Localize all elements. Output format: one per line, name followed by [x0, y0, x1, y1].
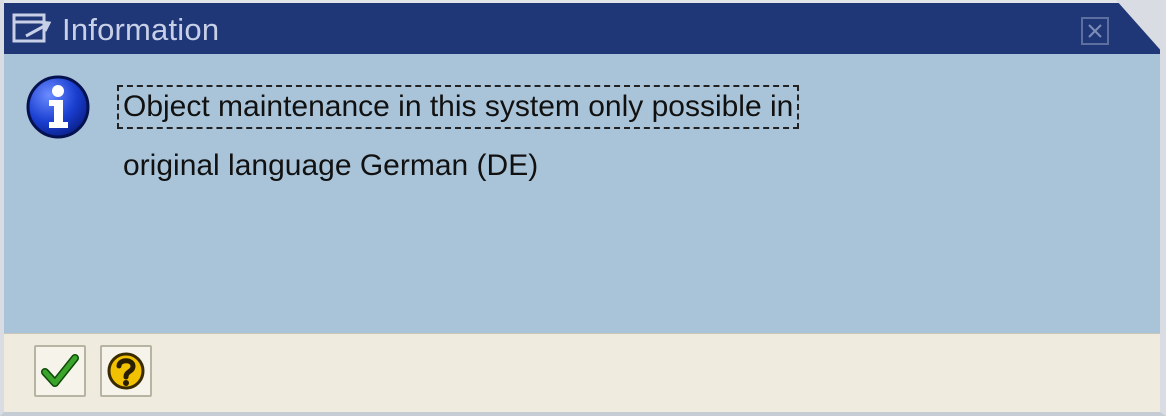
- information-dialog: Information Object maintenance in this s…: [0, 0, 1166, 416]
- button-bar: [4, 333, 1160, 412]
- help-button[interactable]: [100, 345, 152, 397]
- title-bar-corner: [1116, 0, 1164, 54]
- dialog-title: Information: [62, 12, 220, 47]
- title-bar[interactable]: Information: [4, 0, 1164, 54]
- checkmark-icon: [41, 354, 79, 387]
- message-line-1: Object maintenance in this system only p…: [117, 85, 800, 129]
- help-icon: [107, 352, 145, 390]
- message-line-2: original language German (DE): [123, 149, 539, 182]
- info-icon: [25, 74, 91, 140]
- close-button[interactable]: [1081, 17, 1109, 45]
- continue-button[interactable]: [34, 345, 86, 397]
- close-icon: [1088, 24, 1102, 38]
- window-icon: [12, 12, 52, 46]
